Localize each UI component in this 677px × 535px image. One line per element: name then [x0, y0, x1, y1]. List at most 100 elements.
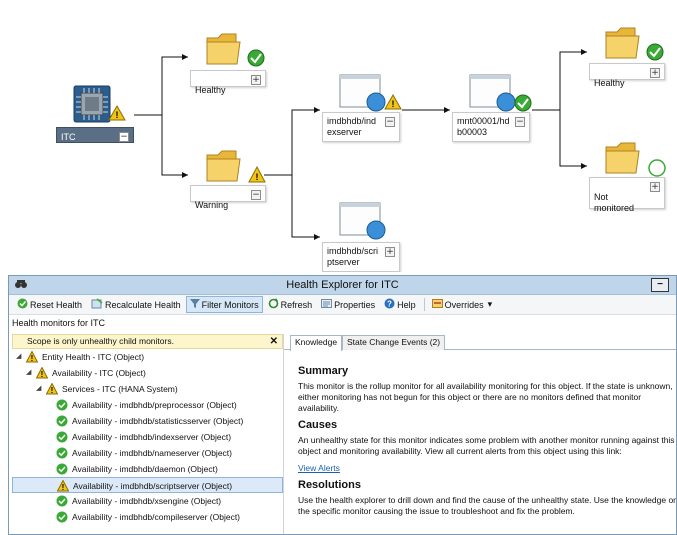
tree-row-label: Availability - imdbhdb/compileserver (Ob…: [72, 512, 241, 522]
svg-text:!: !: [392, 99, 395, 109]
help-label: Help: [397, 299, 416, 310]
tree-row[interactable]: Availability - imdbhdb/compileserver (Ob…: [12, 509, 283, 525]
expand-arrow-icon[interactable]: ◢: [26, 365, 31, 381]
filter-monitors-label: Filter Monitors: [201, 299, 259, 310]
tree-row-label: Availability - imdbhdb/preprocessor (Obj…: [72, 400, 237, 410]
tree-row-label: Availability - imdbhdb/indexserver (Obje…: [72, 432, 232, 442]
check-icon: [56, 447, 68, 459]
properties-icon: [321, 298, 333, 312]
causes-heading: Causes: [298, 419, 338, 431]
svg-text:!: !: [256, 172, 259, 182]
refresh-button[interactable]: Refresh: [264, 296, 317, 313]
node-not-monitored[interactable]: Not monitored +: [589, 137, 669, 213]
expand-arrow-icon[interactable]: ◢: [16, 349, 21, 365]
toolbar-divider: [423, 298, 425, 311]
chevron-down-icon: ▾: [487, 299, 493, 309]
help-icon: ?: [384, 298, 395, 312]
tab-knowledge[interactable]: Knowledge: [290, 335, 343, 351]
tree-row[interactable]: Availability - imdbhdb/xsengine (Object): [12, 493, 283, 509]
title-bar[interactable]: Health Explorer for ITC −: [9, 276, 676, 295]
check-icon: [56, 463, 68, 475]
node-mnt00001[interactable]: mnt00001/hdb00003 −: [452, 72, 534, 146]
node-scriptserver-label: imdbhdb/scriptserver: [327, 246, 379, 267]
monitor-tree: ◢! Entity Health - ITC (Object) ◢! Availabi…: [12, 349, 283, 525]
window-icon: [339, 202, 386, 240]
tree-row-label: Availability - imdbhdb/daemon (Object): [72, 464, 218, 474]
tree-row-label: Availability - imdbhdb/statisticsserver …: [72, 416, 244, 426]
svg-text:!: !: [31, 354, 34, 363]
tree-row-label: Entity Health - ITC (Object): [42, 352, 145, 362]
details-pane: Knowledge State Change Events (2) Summar…: [284, 334, 677, 534]
recalculate-health-button[interactable]: Recalculate Health: [87, 296, 185, 313]
expand-arrow-icon[interactable]: ◢: [36, 381, 41, 397]
folder-icon: !: [206, 150, 266, 183]
node-itc-label: ITC: [61, 132, 76, 142]
tree-row[interactable]: Availability - imdbhdb/indexserver (Obje…: [12, 429, 283, 445]
view-alerts-link[interactable]: View Alerts: [298, 463, 340, 473]
tree-row[interactable]: ◢! Services - ITC (HANA System): [12, 381, 283, 397]
help-button[interactable]: ? Help: [380, 296, 420, 313]
recalculate-health-label: Recalculate Health: [105, 299, 181, 310]
filter-monitors-button[interactable]: Filter Monitors: [185, 296, 263, 313]
window-icon: !: [339, 74, 402, 112]
expand-toggle[interactable]: +: [251, 75, 261, 85]
monitors-subheader: Health monitors for ITC: [9, 315, 676, 331]
resolutions-heading: Resolutions: [298, 479, 361, 491]
check-icon: [56, 511, 68, 523]
window-icon: [469, 74, 532, 112]
tree-row-label: Services - ITC (HANA System): [62, 384, 178, 394]
health-diagram: ! ITC − Healthy + ! Warning − ! imdbhdb/…: [0, 0, 677, 272]
folder-icon: [605, 142, 666, 177]
tree-row[interactable]: Availability - imdbhdb/nameserver (Objec…: [12, 445, 283, 461]
node-healthy-group[interactable]: Healthy +: [190, 28, 270, 95]
tree-row[interactable]: Availability - imdbhdb/daemon (Object): [12, 461, 283, 477]
toolbar: Reset Health Recalculate Health Filter M…: [9, 295, 676, 315]
warning-icon: !: [26, 351, 38, 363]
node-healthy-right-label: Healthy: [594, 78, 625, 88]
knowledge-content: Summary This monitor is the rollup monit…: [284, 350, 677, 517]
tree-row[interactable]: ◢! Availability - ITC (Object): [12, 365, 283, 381]
expand-toggle[interactable]: +: [650, 68, 660, 78]
overrides-dropdown[interactable]: Overrides ▾: [428, 296, 497, 313]
tree-row[interactable]: ! Availability - imdbhdb/scriptserver (Ob…: [12, 477, 283, 493]
svg-text:!: !: [51, 386, 54, 395]
filter-notice-text: Scope is only unhealthy child monitors.: [27, 336, 174, 346]
tree-row[interactable]: ◢! Entity Health - ITC (Object): [12, 349, 283, 365]
overrides-label: Overrides: [444, 299, 484, 310]
svg-text:?: ?: [387, 299, 392, 308]
node-healthy-right[interactable]: Healthy +: [589, 22, 669, 88]
collapse-toggle[interactable]: −: [515, 117, 525, 127]
folder-icon: [605, 27, 664, 61]
server-chip-icon: !: [73, 85, 126, 123]
collapse-toggle[interactable]: −: [251, 190, 261, 200]
tab-state-change-events[interactable]: State Change Events (2): [342, 335, 446, 350]
summary-text: This monitor is the rollup monitor for a…: [298, 381, 673, 413]
resolutions-text: Use the health explorer to drill down an…: [298, 495, 677, 516]
node-warning-label: Warning: [195, 200, 229, 210]
collapse-toggle[interactable]: −: [385, 117, 395, 127]
tree-row-label: Availability - imdbhdb/xsengine (Object): [72, 496, 222, 506]
check-icon: [56, 399, 68, 411]
node-scriptserver[interactable]: imdbhdb/scriptserver +: [322, 200, 404, 272]
filter-notice-bar: Scope is only unhealthy child monitors. …: [12, 334, 283, 349]
minimize-button[interactable]: −: [651, 278, 669, 292]
properties-label: Properties: [334, 299, 376, 310]
svg-text:!: !: [116, 110, 119, 120]
expand-toggle[interactable]: +: [650, 182, 660, 192]
node-itc[interactable]: ! ITC −: [56, 82, 136, 144]
reset-health-icon: [17, 298, 28, 312]
close-icon[interactable]: ✕: [270, 335, 278, 348]
collapse-toggle[interactable]: −: [119, 132, 129, 142]
node-healthy-label: Healthy: [195, 85, 226, 95]
expand-toggle[interactable]: +: [385, 247, 395, 257]
details-tabs: Knowledge State Change Events (2): [284, 334, 676, 351]
window-title: Health Explorer for ITC: [286, 279, 399, 291]
node-warning-group[interactable]: ! Warning −: [190, 145, 270, 210]
reset-health-button[interactable]: Reset Health: [13, 296, 86, 313]
tree-row[interactable]: Availability - imdbhdb/statisticsserver …: [12, 413, 283, 429]
tree-row-label: Availability - imdbhdb/scriptserver (Obj…: [73, 481, 233, 491]
recalculate-icon: [91, 297, 103, 312]
node-indexserver[interactable]: ! imdbhdb/indexserver −: [322, 72, 404, 146]
tree-row[interactable]: Availability - imdbhdb/preprocessor (Obj…: [12, 397, 283, 413]
properties-button[interactable]: Properties: [317, 296, 379, 313]
